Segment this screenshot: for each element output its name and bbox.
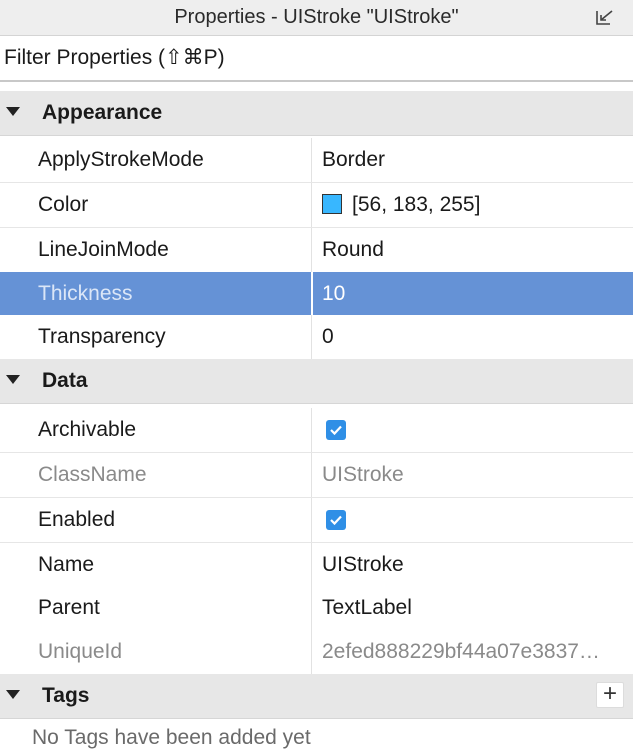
property-row-linejoinmode[interactable]: LineJoinMode Round: [0, 228, 633, 273]
property-row-archivable[interactable]: Archivable: [0, 408, 633, 453]
column-divider[interactable]: [311, 228, 312, 272]
property-row-transparency[interactable]: Transparency 0: [0, 315, 633, 360]
property-value-dropdown[interactable]: Round: [322, 228, 622, 272]
undock-arrow-icon[interactable]: [593, 8, 617, 28]
collapse-caret-icon[interactable]: [6, 375, 20, 384]
property-name: Archivable: [38, 418, 137, 441]
checkmark-icon: [330, 425, 342, 436]
column-divider[interactable]: [311, 408, 312, 452]
property-row-thickness[interactable]: Thickness 10: [0, 272, 633, 317]
section-appearance[interactable]: Appearance: [0, 91, 633, 136]
property-name: Enabled: [38, 508, 116, 531]
column-divider[interactable]: [311, 630, 312, 674]
property-name: Thickness: [38, 282, 133, 305]
property-row-name[interactable]: Name UIStroke: [0, 543, 633, 588]
column-divider[interactable]: [311, 183, 312, 227]
property-value-input[interactable]: 10: [322, 272, 622, 316]
column-divider[interactable]: [311, 586, 312, 630]
property-row-classname[interactable]: ClassName UIStroke: [0, 453, 633, 498]
section-label: Appearance: [42, 101, 163, 124]
property-name: ApplyStrokeMode: [38, 148, 204, 171]
property-value-readonly: 2efed888229bf44a07e3837…: [322, 640, 600, 663]
property-name: Name: [38, 553, 95, 576]
enabled-checkbox[interactable]: [326, 510, 346, 530]
property-row-parent[interactable]: Parent TextLabel: [0, 586, 633, 631]
color-swatch[interactable]: [322, 194, 342, 214]
property-value-input[interactable]: 0: [322, 315, 622, 359]
property-name: UniqueId: [38, 640, 123, 663]
empty-tags-message: No Tags have been added yet: [32, 726, 311, 749]
collapse-caret-icon[interactable]: [6, 107, 20, 116]
property-row-enabled[interactable]: Enabled: [0, 498, 633, 543]
add-tag-button[interactable]: +: [596, 682, 624, 708]
section-data[interactable]: Data: [0, 359, 633, 404]
property-value-input[interactable]: UIStroke: [322, 543, 622, 587]
property-value-color[interactable]: [56, 183, 255]: [322, 183, 622, 227]
checkmark-icon: [330, 515, 342, 526]
property-name: Transparency: [38, 325, 166, 348]
color-value-text: [56, 183, 255]: [352, 193, 481, 216]
property-name: LineJoinMode: [38, 238, 169, 261]
column-divider[interactable]: [311, 138, 312, 182]
title-bar: Properties - UIStroke "UIStroke": [0, 0, 633, 36]
filter-properties-input[interactable]: [0, 36, 633, 80]
column-divider[interactable]: [311, 315, 312, 359]
filter-bar: [0, 36, 633, 82]
property-value-dropdown[interactable]: Border: [322, 138, 622, 182]
collapse-caret-icon[interactable]: [6, 690, 20, 699]
column-divider[interactable]: [311, 498, 312, 542]
section-tags[interactable]: Tags +: [0, 674, 633, 719]
column-divider[interactable]: [311, 272, 313, 316]
section-label: Tags: [42, 684, 90, 707]
property-name: ClassName: [38, 463, 147, 486]
section-label: Data: [42, 369, 88, 392]
column-divider[interactable]: [311, 543, 312, 587]
property-row-uniqueid[interactable]: UniqueId 2efed888229bf44a07e3837…: [0, 630, 633, 675]
property-name: Parent: [38, 596, 100, 619]
archivable-checkbox[interactable]: [326, 420, 346, 440]
property-row-applystrokemode[interactable]: ApplyStrokeMode Border: [0, 138, 633, 183]
property-value-reference[interactable]: TextLabel: [322, 586, 622, 630]
window-title: Properties - UIStroke "UIStroke": [174, 6, 459, 28]
property-row-color[interactable]: Color [56, 183, 255]: [0, 183, 633, 228]
property-name: Color: [38, 193, 89, 216]
property-value-readonly: UIStroke: [322, 463, 404, 486]
column-divider[interactable]: [311, 453, 312, 497]
